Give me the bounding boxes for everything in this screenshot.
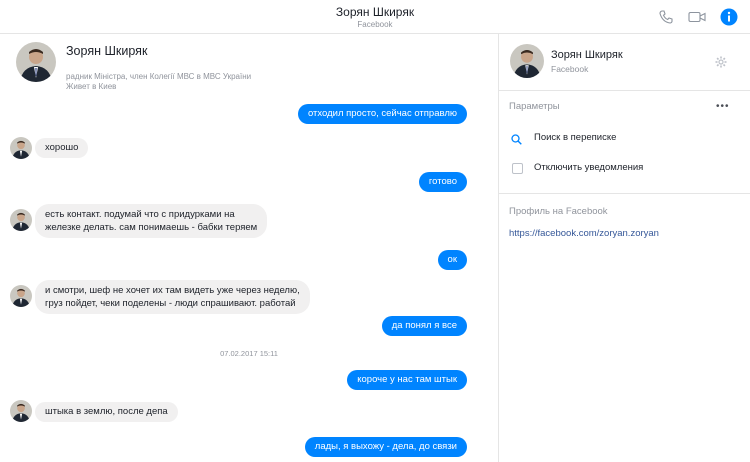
sidebar-separator [499, 90, 750, 91]
message-incoming[interactable]: хорошо [35, 138, 89, 158]
info-icon[interactable] [720, 8, 738, 26]
conversation-subtitle: Facebook [357, 20, 393, 29]
mute-checkbox[interactable] [512, 163, 523, 174]
profile-avatar[interactable] [16, 42, 56, 82]
sender-avatar[interactable] [10, 285, 32, 307]
conversation-header: Зорян Шкиряк Facebook [0, 0, 750, 34]
profile-name[interactable]: Зорян Шкиряк [66, 44, 147, 58]
facebook-profile-link[interactable]: https://facebook.com/zoryan.zoryan [509, 228, 659, 239]
message-outgoing[interactable]: ок [437, 250, 467, 270]
search-icon [511, 132, 522, 150]
facebook-profile-heading: Профиль на Facebook [509, 206, 608, 217]
gear-icon[interactable] [715, 55, 727, 73]
message-incoming[interactable]: есть контакт. подумай что с придурками н… [35, 204, 268, 238]
sidebar-name[interactable]: Зорян Шкиряк [551, 49, 623, 61]
message-incoming[interactable]: и смотри, шеф не хочет их там видеть уже… [35, 280, 310, 314]
video-call-icon[interactable] [688, 9, 706, 25]
profile-location: Живет в Киев [66, 82, 117, 91]
sender-avatar[interactable] [10, 137, 32, 159]
header-actions [658, 8, 738, 26]
sidebar-separator [499, 193, 750, 194]
message-incoming[interactable]: штыка в землю, после депа [35, 402, 178, 422]
message-outgoing[interactable]: короче у нас там штык [347, 370, 467, 390]
phone-icon[interactable] [658, 9, 674, 25]
message-outgoing[interactable]: отходил просто, сейчас отправлю [297, 104, 467, 124]
message-timestamp: 07.02.2017 15:11 [220, 349, 278, 358]
sidebar-avatar[interactable] [510, 44, 544, 78]
more-options-button[interactable]: ••• [716, 101, 730, 112]
message-outgoing[interactable]: лады, я выхожу - дела, до связи [304, 437, 467, 457]
sender-avatar[interactable] [10, 400, 32, 422]
message-line: железке делать. сам понимаешь - бабки те… [45, 222, 258, 233]
message-outgoing[interactable]: да понял я все [381, 316, 467, 336]
conversation-title: Зорян Шкиряк [335, 5, 415, 19]
profile-occupation: радник Міністра, член Колегії МВС в МВС … [66, 72, 252, 81]
message-line: и смотри, шеф не хочет их там видеть уже… [45, 285, 300, 296]
mute-notifications-label[interactable]: Отключить уведомления [534, 162, 643, 173]
sender-avatar[interactable] [10, 209, 32, 231]
message-line: есть контакт. подумай что с придурками н… [45, 209, 235, 220]
message-outgoing[interactable]: готово [418, 172, 467, 192]
message-line: груз пойдет, чеки поделены - люди спраши… [45, 298, 296, 309]
options-heading: Параметры [509, 101, 560, 112]
sidebar-subtitle: Facebook [551, 64, 589, 74]
pane-divider [498, 34, 499, 462]
search-in-conversation[interactable]: Поиск в переписке [534, 132, 616, 143]
